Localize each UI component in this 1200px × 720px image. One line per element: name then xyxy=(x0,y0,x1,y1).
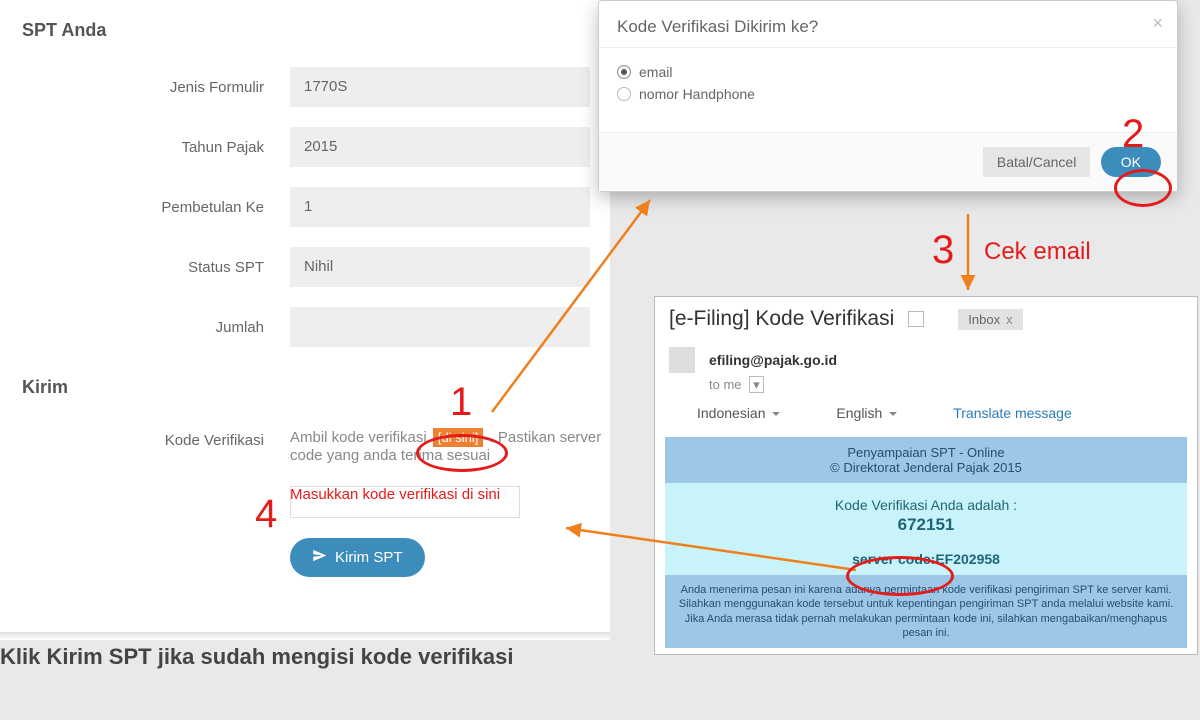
chevron-down-icon xyxy=(889,412,897,420)
modal-title: Kode Verifikasi Dikirim ke? xyxy=(617,17,818,36)
chip-close-icon[interactable]: x xyxy=(1006,312,1013,327)
bottom-caption: Klik Kirim SPT jika sudah mengisi kode v… xyxy=(0,644,514,670)
ok-button[interactable]: OK xyxy=(1101,147,1161,177)
verif-text-1: Ambil kode verifikasi xyxy=(290,429,427,446)
background-gap xyxy=(610,208,655,296)
verif-code: 672151 xyxy=(677,515,1175,535)
section-title-kirim: Kirim xyxy=(0,377,610,398)
email-header-line1: Penyampaian SPT - Online xyxy=(675,445,1177,460)
server-code: server code:EF202958 xyxy=(677,551,1175,567)
radio-hp-label: nomor Handphone xyxy=(639,86,755,102)
email-panel: [e-Filing] Kode Verifikasi Inboxx efilin… xyxy=(654,296,1198,655)
anno-3: 3 xyxy=(932,228,954,273)
label-pembetulan: Pembetulan Ke xyxy=(40,199,290,216)
paper-plane-icon xyxy=(312,548,327,567)
label-status: Status SPT xyxy=(40,259,290,276)
spt-form-panel: SPT Anda Jenis Formulir 1770S Tahun Paja… xyxy=(0,0,610,640)
chevron-down-icon xyxy=(772,412,780,420)
value-tahun: 2015 xyxy=(290,127,590,167)
inbox-chip[interactable]: Inboxx xyxy=(958,309,1022,330)
radio-dot-icon xyxy=(617,65,631,79)
section-title-spt: SPT Anda xyxy=(0,20,610,41)
recipient-row[interactable]: to me ▾ xyxy=(709,377,1197,393)
label-tahun: Tahun Pajak xyxy=(40,139,290,156)
importance-marker-icon[interactable] xyxy=(908,311,924,327)
row-pembetulan: Pembetulan Ke 1 xyxy=(0,187,610,227)
email-body: Penyampaian SPT - Online © Direktorat Je… xyxy=(665,437,1187,648)
avatar xyxy=(669,347,695,373)
chevron-down-icon: ▾ xyxy=(749,376,764,393)
value-pembetulan: 1 xyxy=(290,187,590,227)
row-tahun: Tahun Pajak 2015 xyxy=(0,127,610,167)
radio-email[interactable]: email xyxy=(617,64,1159,80)
to-label: to me xyxy=(709,377,742,392)
email-subject: [e-Filing] Kode Verifikasi xyxy=(669,307,894,331)
lang-indonesian[interactable]: Indonesian xyxy=(697,405,780,421)
kirim-spt-label: Kirim SPT xyxy=(335,549,403,566)
label-jenis: Jenis Formulir xyxy=(40,79,290,96)
inbox-chip-label: Inbox xyxy=(968,312,1000,327)
radio-hp[interactable]: nomor Handphone xyxy=(617,86,1159,102)
row-jenis: Jenis Formulir 1770S xyxy=(0,67,610,107)
anno-cek-email-text: Cek email xyxy=(984,238,1091,266)
sender-email: efiling@pajak.go.id xyxy=(709,352,837,368)
panel-shadow xyxy=(0,632,610,640)
value-jenis: 1770S xyxy=(290,67,590,107)
translate-link[interactable]: Translate message xyxy=(953,405,1072,421)
verif-code-input[interactable] xyxy=(290,486,520,518)
value-jumlah xyxy=(290,307,590,347)
radio-email-label: email xyxy=(639,64,672,80)
row-status: Status SPT Nihil xyxy=(0,247,610,287)
anno-arrow-3-icon xyxy=(958,212,978,296)
close-icon[interactable]: × xyxy=(1152,13,1163,34)
email-header-line2: © Direktorat Jenderal Pajak 2015 xyxy=(675,460,1177,475)
row-kode-verifikasi: Kode Verifikasi Ambil kode verifikasi [d… xyxy=(0,428,610,577)
radio-dot-icon xyxy=(617,87,631,101)
row-jumlah: Jumlah xyxy=(0,307,610,347)
disini-link[interactable]: [di sini] xyxy=(433,428,483,447)
verif-modal: Kode Verifikasi Dikirim ke? × email nomo… xyxy=(598,0,1178,192)
cancel-button[interactable]: Batal/Cancel xyxy=(983,147,1090,177)
label-jumlah: Jumlah xyxy=(40,319,290,336)
verif-text: Kode Verifikasi Anda adalah : xyxy=(677,497,1175,513)
lang-english[interactable]: English xyxy=(836,405,897,421)
kirim-spt-button[interactable]: Kirim SPT xyxy=(290,538,425,577)
email-disclaimer: Anda menerima pesan ini karena adanya pe… xyxy=(665,575,1187,648)
label-kode: Kode Verifikasi xyxy=(40,428,290,577)
value-status: Nihil xyxy=(290,247,590,287)
